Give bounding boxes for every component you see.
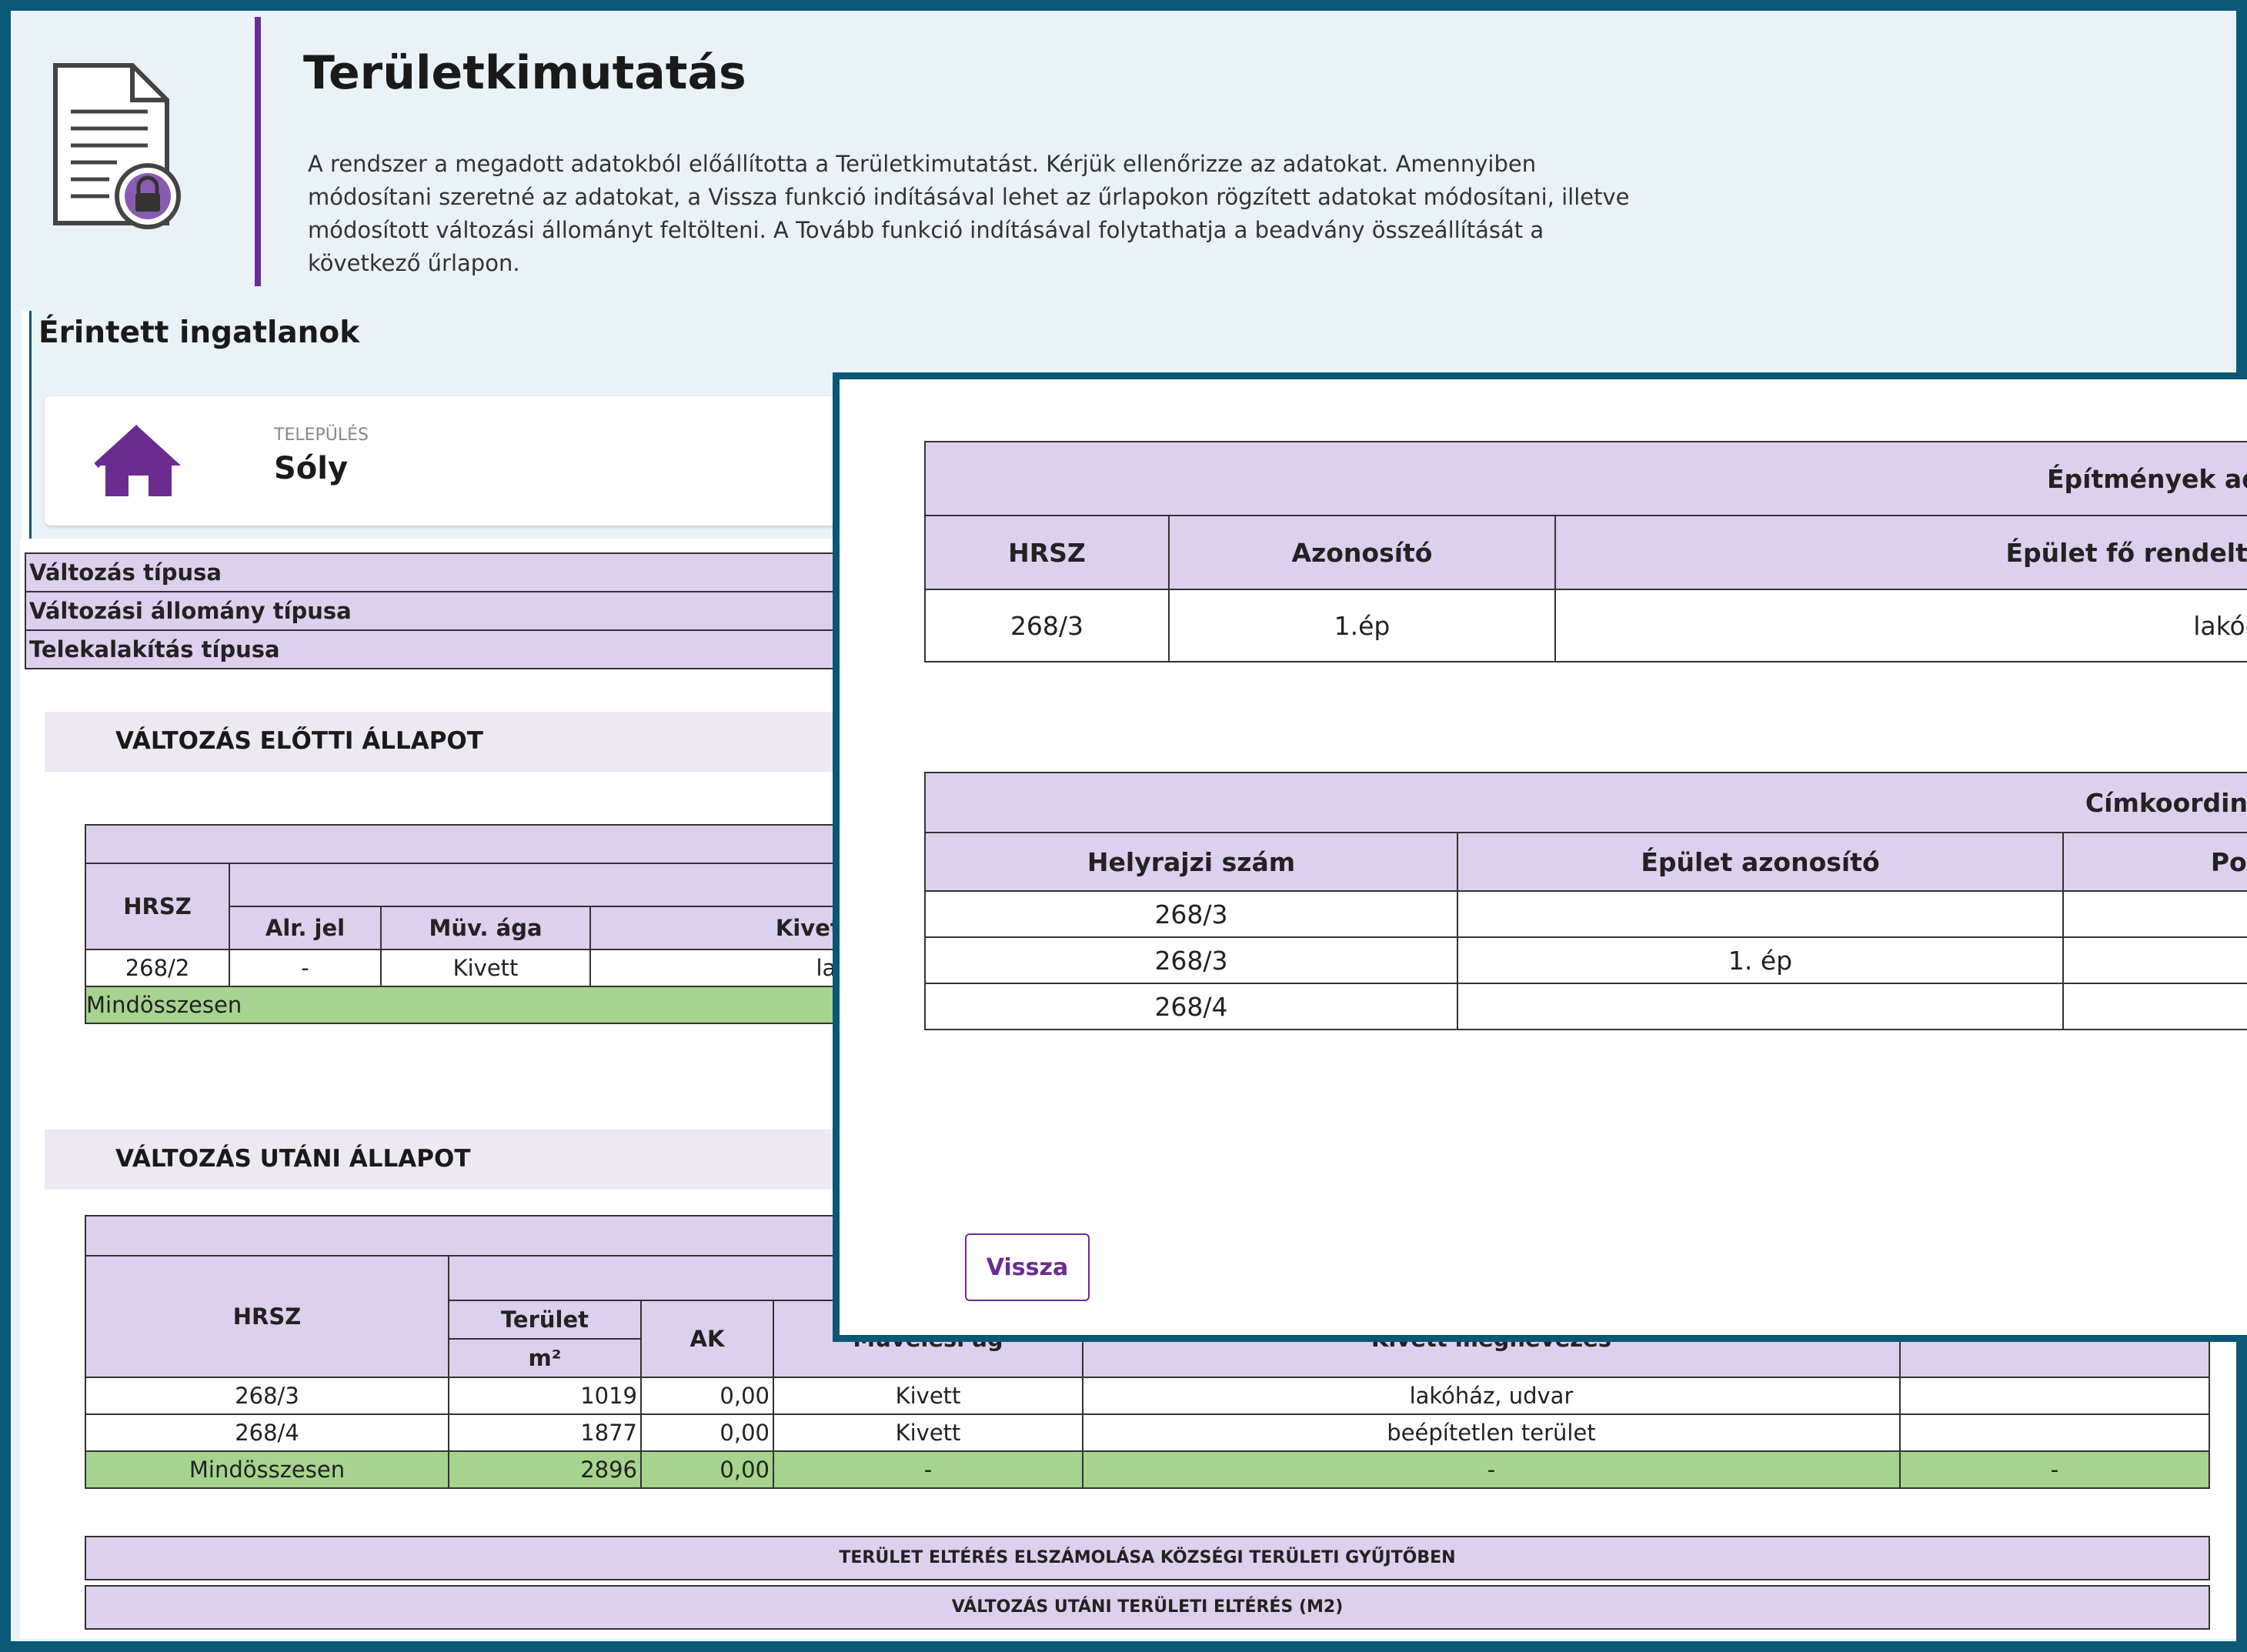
coords-title: Címkoordinát [924, 772, 2247, 833]
table-row: 268/4 1877 0,00 Kivett beépítetlen terül… [85, 1413, 2210, 1452]
col-hrsz: HRSZ [924, 515, 1170, 590]
total-row: Mindösszesen 2896 0,00 - - - [85, 1450, 2210, 1489]
cell-total-kivett: - [1082, 1450, 1901, 1489]
page-title: Területkimutatás [303, 46, 746, 100]
col-pont: Pont [2062, 832, 2247, 892]
table-row: 268/3 1.ép lakóép [924, 589, 2247, 662]
before-state-header: VÁLTOZÁS ELŐTTI ÁLLAPOT [45, 712, 968, 772]
cell-total-terulet: 2896 [448, 1450, 642, 1489]
cell-muv: Kivett [773, 1377, 1083, 1415]
after-difference-row: VÁLTOZÁS UTÁNI TERÜLETI ELTÉRÉS (M2) [85, 1585, 2210, 1630]
info-row: Változás típusa [25, 552, 948, 592]
table-row: 268/3 [924, 890, 2247, 938]
cell-kivett: beépítetlen terület [1082, 1413, 1901, 1452]
cell-pont [2062, 936, 2247, 984]
cell-epulet [1457, 983, 2064, 1030]
change-info-table: Változás típusa Változási állomány típus… [25, 552, 948, 669]
cell-azonosito: 1.ép [1168, 589, 1556, 662]
cell-ak: 0,00 [640, 1413, 774, 1452]
cell-epulet [1457, 890, 2064, 938]
cell-total-ak: 0,00 [640, 1450, 774, 1489]
cell-terulet: 1019 [448, 1377, 642, 1415]
table-row: 268/4 [924, 983, 2247, 1030]
title-accent-bar [255, 17, 261, 286]
cell-epulet: 1. ép [1457, 936, 2064, 984]
col-hrsz: Helyrajzi szám [924, 832, 1458, 892]
back-button[interactable]: Vissza [965, 1233, 1090, 1301]
cell-alr: - [229, 949, 382, 987]
cell-kivett: lakóház, udvar [1082, 1377, 1901, 1415]
cell-pont [2062, 983, 2247, 1030]
table-row: 268/3 1. ép [924, 936, 2247, 984]
total-label: Mindösszesen [85, 986, 931, 1024]
section-title: Érintett ingatlanok [38, 315, 360, 350]
buildings-title: Építmények ada [924, 441, 2247, 516]
cell-hrsz: 268/3 [924, 589, 1170, 662]
cell-extra [1899, 1377, 2210, 1415]
col-rendeltetes: Épület fő rendeltet [1554, 515, 2247, 590]
cell-hrsz: 268/3 [924, 890, 1458, 938]
col-hrsz: HRSZ [85, 1255, 449, 1378]
before-table: HRSZ Alr. jel Müv. ága Kivett megn 268/2… [85, 824, 931, 1024]
coords-table: Címkoordinát Helyrajzi szám Épület azono… [924, 772, 2247, 1030]
area-difference-row: TERÜLET ELTÉRÉS ELSZÁMOLÁSA KÖZSÉGI TERÜ… [85, 1536, 2210, 1580]
table-row: 268/3 1019 0,00 Kivett lakóház, udvar [85, 1377, 2210, 1415]
cell-muv: Kivett [380, 949, 591, 987]
cell-rendeltetes: lakóép [1554, 589, 2247, 662]
cell-terulet: 1877 [448, 1413, 642, 1452]
cell-hrsz: 268/2 [85, 949, 230, 987]
col-epulet: Épület azonosító [1457, 832, 2064, 892]
cell-hrsz: 268/4 [924, 983, 1458, 1030]
col-hrsz: HRSZ [85, 863, 230, 950]
cell-total-label: Mindösszesen [85, 1450, 449, 1489]
document-lock-icon [53, 63, 181, 229]
cell-ak: 0,00 [640, 1377, 774, 1415]
page-description: A rendszer a megadott adatokból előállít… [308, 151, 1630, 276]
table-title-row [85, 824, 931, 864]
after-state-header: VÁLTOZÁS UTÁNI ÁLLAPOT [45, 1130, 968, 1190]
before-state-title: VÁLTOZÁS ELŐTTI ÁLLAPOT [115, 727, 483, 755]
cell-total-extra: - [1899, 1450, 2210, 1489]
col-muv: Müv. ága [380, 906, 591, 950]
cell-hrsz: 268/4 [85, 1413, 449, 1452]
col-unit: m² [448, 1338, 642, 1378]
after-state-title: VÁLTOZÁS UTÁNI ÁLLAPOT [115, 1145, 471, 1173]
cell-total-muv: - [773, 1450, 1083, 1489]
col-group [229, 863, 931, 907]
house-icon [94, 425, 181, 496]
cell-pont [2062, 890, 2247, 938]
col-ak: AK [640, 1300, 774, 1378]
cell-muv: Kivett [773, 1413, 1083, 1452]
col-terulet: Terület [448, 1300, 642, 1340]
cell-hrsz: 268/3 [85, 1377, 449, 1415]
info-row: Változási állomány típusa [25, 591, 948, 631]
col-alr: Alr. jel [229, 906, 382, 950]
settlement-name: Sóly [274, 451, 349, 486]
buildings-table: Építmények ada HRSZ Azonosító Épület fő … [924, 441, 2247, 662]
settlement-label: TELEPÜLÉS [274, 426, 369, 445]
info-row: Telekalakítás típusa [25, 629, 948, 669]
col-azonosito: Azonosító [1168, 515, 1556, 590]
cell-extra [1899, 1413, 2210, 1452]
cell-hrsz: 268/3 [924, 936, 1458, 984]
